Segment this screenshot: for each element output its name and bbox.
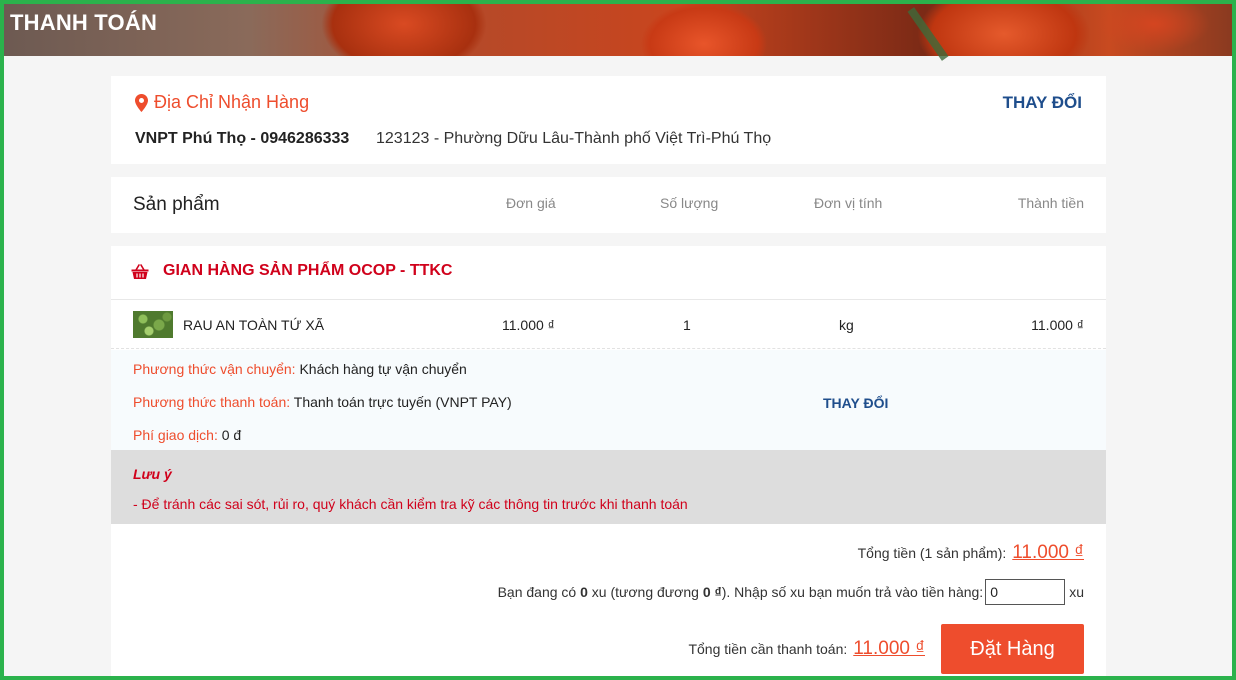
total-line: Tổng tiền (1 sản phẩm): 11.000 ₫ <box>858 542 1084 564</box>
column-product: Sản phẩm <box>133 194 220 215</box>
xu-mid: xu (tương đương <box>591 584 699 600</box>
column-subtotal: Thành tiền <box>1017 195 1084 211</box>
address-detail: 123123 - Phường Dữu Lâu-Thành phố Việt T… <box>376 130 772 147</box>
xu-line: Bạn đang có 0 xu (tương đương 0 ₫). Nhập… <box>498 579 1084 605</box>
product-name[interactable]: RAU AN TOÀN TỨ XÃ <box>183 317 324 333</box>
banner-decoration <box>907 7 949 61</box>
cart-item-row: RAU AN TOÀN TỨ XÃ 11.000 ₫ 1 kg 11.000 ₫ <box>111 301 1106 349</box>
product-subtotal: 11.000 ₫ <box>1031 317 1084 333</box>
transaction-fee-label: Phí giao dịch: <box>133 427 218 443</box>
page-frame: THANH TOÁN Địa Chỉ Nhận Hàng THAY ĐỔI VN… <box>0 0 1236 680</box>
total-value: 11.000 ₫ <box>1012 542 1084 563</box>
xu-balance: 0 <box>580 584 588 600</box>
xu-input[interactable] <box>985 579 1066 605</box>
total-label: Tổng tiền (1 sản phẩm): <box>857 545 1007 561</box>
product-unit-price: 11.000 ₫ <box>502 317 555 333</box>
change-address-button[interactable]: THAY ĐỔI <box>1003 93 1082 113</box>
transaction-fee: Phí giao dịch: 0 đ <box>133 427 241 443</box>
xu-suffix: ). Nhập số xu bạn muốn trả vào tiền hàng… <box>721 584 984 600</box>
product-thumbnail[interactable] <box>133 311 173 338</box>
shop-header: GIAN HÀNG SẢN PHẨM OCOP - TTKC <box>111 246 1106 300</box>
location-pin-icon <box>135 93 148 112</box>
xu-equivalent: 0 ₫ <box>702 584 722 600</box>
product-unit: kg <box>839 317 854 333</box>
address-card: Địa Chỉ Nhận Hàng THAY ĐỔI VNPT Phú Thọ … <box>111 76 1106 164</box>
shop-card: GIAN HÀNG SẢN PHẨM OCOP - TTKC RAU AN TO… <box>111 246 1106 526</box>
change-payment-button[interactable]: THAY ĐỔI <box>823 395 888 411</box>
product-quantity: 1 <box>683 317 691 333</box>
page-title: THANH TOÁN <box>10 10 158 35</box>
order-options: Phương thức vận chuyển: Khách hàng tự vậ… <box>111 350 1106 450</box>
column-unit-price: Đơn giá <box>506 195 556 211</box>
payment-method-value: Thanh toán trực tuyến (VNPT PAY) <box>293 394 512 410</box>
transaction-fee-value: 0 đ <box>221 427 242 443</box>
payment-total-value: 11.000 ₫ <box>853 638 925 659</box>
place-order-button[interactable]: Đặt Hàng <box>941 624 1084 674</box>
header-banner: THANH TOÁN <box>4 4 1232 61</box>
payment-method-label: Phương thức thanh toán: <box>133 394 291 410</box>
xu-prefix: Bạn đang có <box>497 584 577 600</box>
note-text: - Để tránh các sai sót, rủi ro, quý khác… <box>133 496 688 512</box>
note-box: Lưu ý - Để tránh các sai sót, rủi ro, qu… <box>111 450 1106 526</box>
column-unit: Đơn vị tính <box>814 195 883 211</box>
payment-method: Phương thức thanh toán: Thanh toán trực … <box>133 394 512 410</box>
product-table-header: Sản phẩm Đơn giá Số lượng Đơn vị tính Th… <box>111 177 1106 233</box>
shopping-basket-icon <box>131 264 149 285</box>
shipping-method: Phương thức vận chuyển: Khách hàng tự vậ… <box>133 361 467 377</box>
xu-unit: xu <box>1069 584 1084 600</box>
column-quantity: Số lượng <box>660 195 719 211</box>
shop-name[interactable]: GIAN HÀNG SẢN PHẨM OCOP - TTKC <box>163 262 452 280</box>
address-heading-label: Địa Chỉ Nhận Hàng <box>154 92 310 112</box>
shipping-method-value: Khách hàng tự vận chuyển <box>299 361 467 377</box>
recipient-name-phone: VNPT Phú Thọ - 0946286333 <box>135 130 350 147</box>
totals-section: Tổng tiền (1 sản phẩm): 11.000 ₫ Bạn đan… <box>111 524 1106 676</box>
note-title: Lưu ý <box>133 466 172 482</box>
payment-total-label: Tổng tiền cần thanh toán: <box>688 641 848 657</box>
payment-total-line: Tổng tiền cần thanh toán: 11.000 ₫ Đặt H… <box>688 624 1084 674</box>
address-heading: Địa Chỉ Nhận Hàng <box>135 92 309 113</box>
shipping-method-label: Phương thức vận chuyển: <box>133 361 296 377</box>
